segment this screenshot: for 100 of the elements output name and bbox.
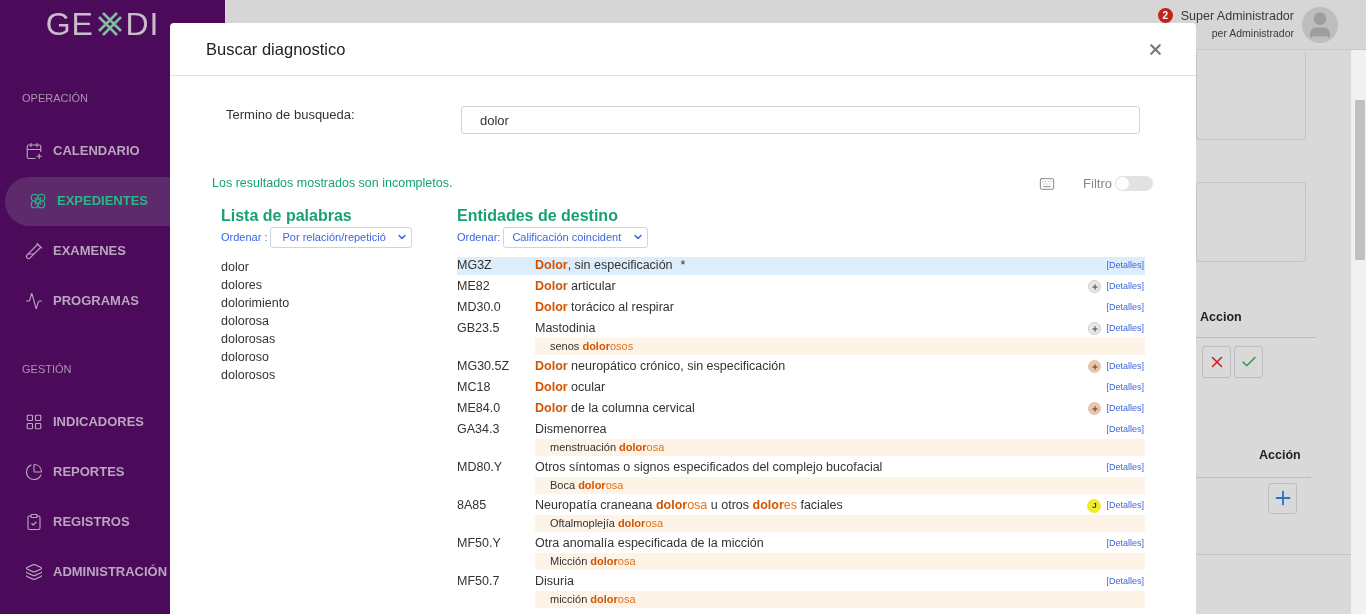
grid-icon bbox=[25, 412, 43, 431]
result-row[interactable]: MD30.0 Dolor torácico al respirar [Detalles] bbox=[457, 298, 1145, 317]
dialog-title: Buscar diagnostico bbox=[206, 38, 346, 60]
code-cell-text: MG3Z bbox=[457, 257, 493, 275]
details-link[interactable]: [Detalles] bbox=[1106, 498, 1144, 513]
accept-button[interactable] bbox=[1234, 345, 1263, 378]
description-cell-text: Otros síntomas o signos especificados del complejo bucofacial bbox=[535, 459, 883, 477]
description-cell-text: Dolor neuropático crónico, sin especificación bbox=[535, 358, 786, 376]
description-cell-text: Dolor articular bbox=[535, 278, 616, 296]
column-header: Accion bbox=[1200, 309, 1243, 326]
nav-item[interactable]: REPORTES bbox=[5, 447, 225, 496]
nav-item[interactable]: REGISTROS bbox=[5, 497, 225, 546]
details-link[interactable]: [Detalles] bbox=[1106, 536, 1144, 551]
details-link[interactable]: [Detalles] bbox=[1106, 401, 1144, 416]
keyboard-icon[interactable] bbox=[1039, 175, 1056, 192]
details-link[interactable]: [Detalles] bbox=[1106, 460, 1144, 475]
filter-toggle[interactable] bbox=[1115, 176, 1153, 192]
code-cell-text: MF50.7 bbox=[457, 573, 501, 591]
pulse-icon bbox=[25, 292, 43, 310]
synonym-text: Micción dolorosa bbox=[549, 553, 636, 569]
synonym-text: menstruación dolorosa bbox=[549, 439, 665, 455]
description-cell-text: Dolor torácico al respirar bbox=[535, 299, 674, 317]
description-cell-text: Disuria bbox=[535, 573, 574, 591]
description-cell-text: Dolor de la columna cervical bbox=[535, 400, 695, 418]
scrollbar[interactable] bbox=[1351, 50, 1366, 614]
field-label: Termino de busqueda: bbox=[226, 106, 356, 125]
result-row[interactable]: ME82 Dolor articular [Detalles] bbox=[457, 277, 1145, 296]
result-row[interactable]: ME84.0 Dolor de la columna cervical [Detalles] bbox=[457, 399, 1145, 418]
nav-item[interactable]: CALENDARIO bbox=[5, 126, 225, 176]
code-cell-text: GB23.5 bbox=[457, 320, 501, 338]
sort-select[interactable]: Calificación coincident bbox=[503, 226, 649, 248]
details-link[interactable]: [Detalles] bbox=[1106, 380, 1144, 395]
plus-icon[interactable] bbox=[1088, 322, 1102, 335]
code-cell-text: GA34.3 bbox=[457, 421, 501, 439]
word-item[interactable]: dolorosas bbox=[221, 329, 457, 348]
plus-icon[interactable] bbox=[1088, 402, 1102, 415]
search-field[interactable]: dolor bbox=[461, 106, 1140, 134]
description-cell-text: Dolor, sin especificación bbox=[535, 257, 673, 275]
description-cell-text: Dismenorrea bbox=[535, 421, 607, 439]
code-cell-text: 8A85 bbox=[457, 497, 488, 515]
pie-chart-icon bbox=[25, 462, 43, 481]
plus-icon[interactable] bbox=[1088, 280, 1102, 293]
code-cell-text: MG30.5Z bbox=[457, 358, 511, 376]
column-header: Acción bbox=[1259, 446, 1302, 464]
layers-icon bbox=[25, 562, 43, 581]
nav-item[interactable]: ADMINISTRACIÓN bbox=[5, 547, 225, 596]
add-button[interactable] bbox=[1268, 482, 1297, 514]
sort-label: Ordenar : bbox=[221, 229, 268, 245]
code-cell-text: MD30.0 bbox=[457, 299, 502, 317]
letter-badge[interactable]: J bbox=[1087, 498, 1102, 513]
clipboard-icon bbox=[25, 512, 43, 531]
details-link[interactable]: [Detalles] bbox=[1106, 300, 1144, 315]
synonym-text: micción dolorosa bbox=[549, 591, 636, 607]
details-link[interactable]: [Detalles] bbox=[1106, 321, 1144, 336]
result-row[interactable]: MG3Z Dolor, sin especificación * [Detalles] bbox=[457, 256, 1145, 275]
code-cell-text: ME82 bbox=[457, 278, 491, 296]
user-role: per Administrador bbox=[1211, 26, 1294, 41]
result-row[interactable]: MG30.5Z Dolor neuropático crónico, sin especificación [Detalles] bbox=[457, 357, 1145, 376]
test-tube-icon bbox=[25, 242, 43, 260]
plus-icon[interactable] bbox=[1088, 360, 1102, 373]
result-row[interactable]: MC18 Dolor ocular [Detalles] bbox=[457, 378, 1145, 397]
code-cell-text: MD80.Y bbox=[457, 459, 504, 477]
code-cell-text: MF50.Y bbox=[457, 535, 502, 553]
word-item[interactable]: dolorimiento bbox=[221, 293, 457, 312]
nav-item[interactable]: INDICADORES bbox=[5, 397, 225, 446]
avatar[interactable] bbox=[1302, 6, 1338, 43]
flower-icon bbox=[29, 192, 47, 210]
word-item[interactable]: dolorosa bbox=[221, 311, 457, 330]
description-cell-text: Dolor ocular bbox=[535, 379, 606, 397]
result-row[interactable]: MF50.7 Disuria [Detalles] bbox=[457, 572, 1145, 591]
result-row[interactable]: GB23.5 Mastodinia [Detalles] bbox=[457, 319, 1145, 338]
details-link[interactable]: [Detalles] bbox=[1106, 258, 1144, 273]
user-name: Super Administrador bbox=[1180, 8, 1294, 26]
details-link[interactable]: [Detalles] bbox=[1106, 279, 1144, 294]
sort-select[interactable]: Por relación/repetició bbox=[270, 226, 413, 248]
word-item[interactable]: dolor bbox=[221, 257, 457, 276]
details-link[interactable]: [Detalles] bbox=[1106, 422, 1144, 437]
word-item[interactable]: doloroso bbox=[221, 347, 457, 366]
reject-button[interactable] bbox=[1202, 345, 1231, 378]
result-row[interactable]: MF50.Y Otra anomalía especificada de la micción [Detalles] bbox=[457, 534, 1145, 553]
section-heading: Entidades de destino bbox=[457, 205, 619, 226]
result-row[interactable]: 8A85 Neuropatía craneana dolorosa u otros dolores faciales J [Detalles] bbox=[457, 496, 1145, 515]
logo: GE DI bbox=[44, 5, 161, 40]
code-cell-text: MC18 bbox=[457, 379, 492, 397]
sort-label: Ordenar: bbox=[457, 229, 501, 245]
synonym-text: senos dolorosos bbox=[549, 338, 634, 354]
description-cell-text: Otra anomalía especificada de la micción bbox=[535, 535, 764, 553]
details-link[interactable]: [Detalles] bbox=[1106, 574, 1144, 589]
description-cell-text: Mastodinia bbox=[535, 320, 596, 338]
result-row[interactable]: GA34.3 Dismenorrea [Detalles] bbox=[457, 420, 1145, 439]
details-link[interactable]: [Detalles] bbox=[1106, 359, 1144, 374]
calendar-icon bbox=[25, 142, 43, 160]
asterisk-mark: * bbox=[680, 257, 686, 275]
description-cell-text: Neuropatía craneana dolorosa u otros dolores faciales bbox=[535, 497, 843, 515]
result-row[interactable]: MD80.Y Otros síntomas o signos especificados del complejo bucofacial [Detalles] bbox=[457, 458, 1145, 477]
section-title: OPERACIÓN bbox=[21, 91, 89, 106]
synonym-text: Boca dolorosa bbox=[549, 477, 624, 493]
word-item[interactable]: dolorosos bbox=[221, 365, 457, 384]
synonym-text: Oftalmoplejía dolorosa bbox=[549, 515, 664, 531]
word-item[interactable]: dolores bbox=[221, 275, 457, 294]
